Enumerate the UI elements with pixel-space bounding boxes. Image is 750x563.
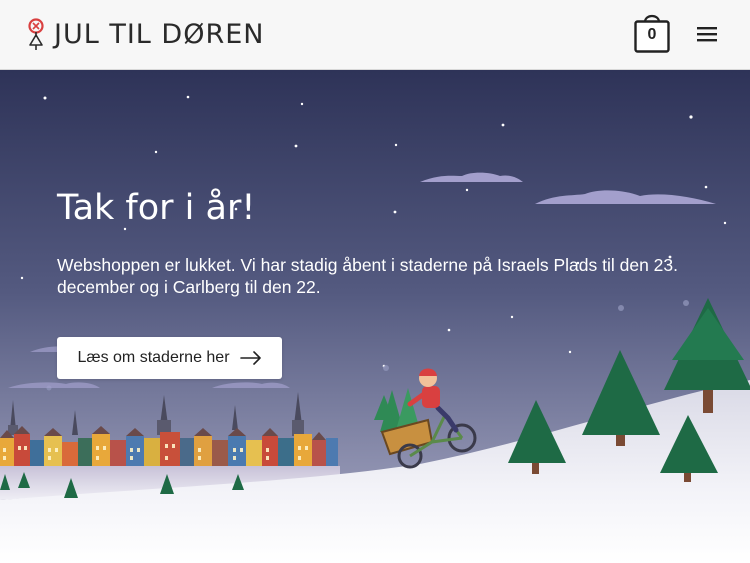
site-logo[interactable]: JUL TIL DØREN: [22, 16, 265, 54]
menu-button[interactable]: [694, 22, 720, 46]
hero-description: Webshoppen er lukket. Vi har stadig åben…: [57, 255, 678, 297]
read-about-stalls-button[interactable]: Læs om staderne her: [57, 337, 282, 379]
arrow-right-icon: [239, 351, 261, 365]
hamburger-menu-icon: [697, 27, 717, 42]
cart-button[interactable]: 0: [634, 10, 670, 54]
christmas-ornament-icon: [28, 18, 44, 50]
hero-title: Tak for i år!: [57, 188, 256, 228]
cart-count: 0: [647, 26, 657, 43]
logo-text: JUL TIL DØREN: [54, 19, 265, 50]
winter-night-illustration: [0, 70, 750, 563]
hero-section: Tak for i år! Webshoppen er lukket. Vi h…: [0, 70, 750, 563]
hero-button-label: Læs om staderne her: [77, 349, 230, 366]
site-header: JUL TIL DØREN 0: [0, 0, 750, 70]
